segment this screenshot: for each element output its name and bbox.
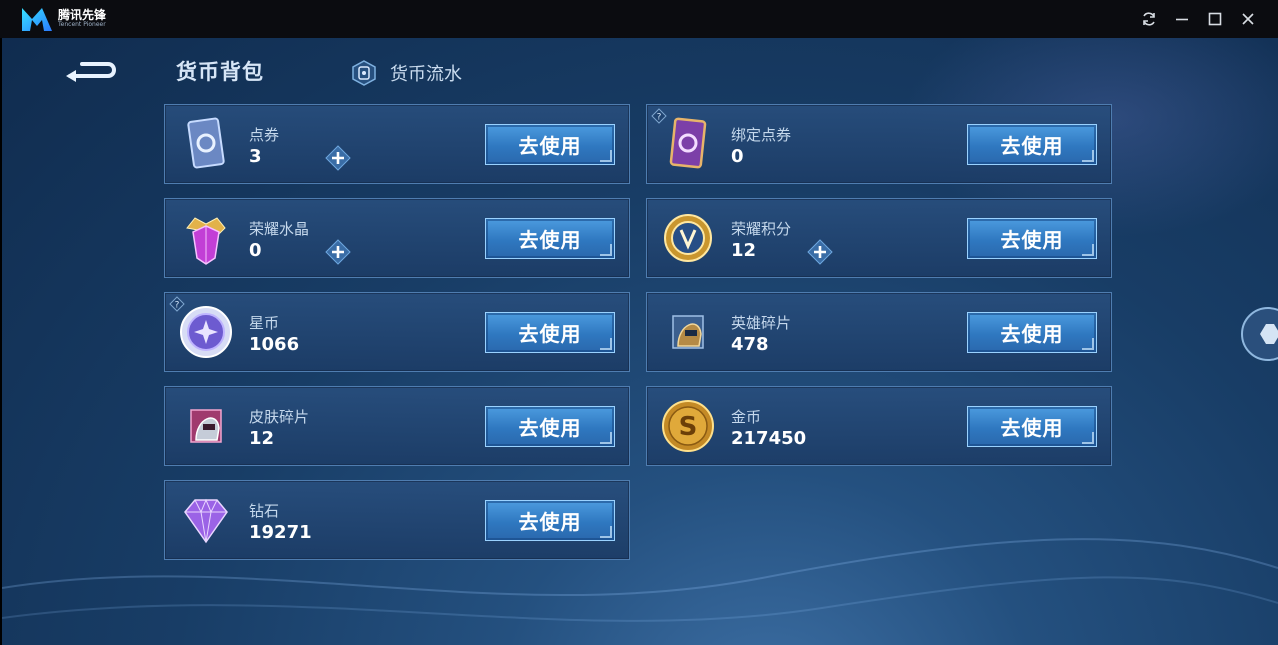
currency-name: 英雄碎片 — [731, 314, 792, 332]
svg-text:S: S — [679, 412, 698, 442]
tab-currency-flow[interactable]: 货币流水 — [350, 58, 462, 88]
currency-card-diamond: 钻石 19271 去使用 — [164, 480, 630, 560]
currency-name: 点券 — [249, 126, 280, 144]
currency-name: 金币 — [731, 408, 762, 426]
bound-coupon-card-icon — [669, 117, 707, 169]
minimize-button[interactable] — [1172, 9, 1192, 29]
use-glory-points-button[interactable]: 去使用 — [967, 218, 1097, 259]
gold-coin-icon: S — [662, 400, 714, 452]
refresh-icon — [1143, 12, 1155, 26]
currency-value: 1066 — [249, 334, 300, 355]
currency-value: 12 — [731, 240, 757, 261]
maximize-icon — [1208, 12, 1222, 26]
currency-value: 19271 — [249, 522, 312, 543]
hero-fragment-icon — [672, 315, 704, 349]
use-star-coin-button[interactable]: 去使用 — [485, 312, 615, 353]
glory-points-icon — [664, 214, 712, 262]
coupon-card-icon — [187, 117, 225, 169]
use-glory-crystal-button[interactable]: 去使用 — [485, 218, 615, 259]
add-glory-crystal-button[interactable] — [325, 239, 351, 265]
window-title-bar: 腾讯先锋 Tencent Pioneer — [0, 0, 1278, 38]
use-coupon-button[interactable]: 去使用 — [485, 124, 615, 165]
side-panel-handle[interactable] — [1240, 306, 1278, 362]
use-gold-coin-button[interactable]: 去使用 — [967, 406, 1097, 447]
close-button[interactable] — [1238, 9, 1258, 29]
currency-card-star-coin: ? 星币 1066 去使用 — [164, 292, 630, 372]
use-bound-coupon-button[interactable]: 去使用 — [967, 124, 1097, 165]
minimize-icon — [1176, 18, 1188, 21]
use-skin-fragment-button[interactable]: 去使用 — [485, 406, 615, 447]
currency-card-glory-crystal: 荣耀水晶 0 去使用 — [164, 198, 630, 278]
currency-name: 皮肤碎片 — [249, 408, 310, 426]
currency-card-skin-fragment: 皮肤碎片 12 去使用 — [164, 386, 630, 466]
currency-backpack-screen: 货币背包 货币流水 点券 3 去使用 ? 绑定点券 0 去使用 荣耀水晶 0 去… — [2, 38, 1278, 645]
currency-card-glory-points: 荣耀积分 12 去使用 — [646, 198, 1112, 278]
currency-card-bound-coupon: ? 绑定点券 0 去使用 — [646, 104, 1112, 184]
star-coin-icon — [180, 306, 232, 358]
refresh-button[interactable] — [1139, 9, 1159, 29]
tab-currency-flow-label: 货币流水 — [390, 64, 462, 85]
currency-value: 217450 — [731, 428, 807, 449]
glory-crystal-icon — [186, 217, 226, 265]
currency-name: 绑定点券 — [731, 126, 792, 144]
currency-card-hero-fragment: 英雄碎片 478 去使用 — [646, 292, 1112, 372]
currency-name: 荣耀水晶 — [249, 220, 310, 238]
diamond-icon — [184, 498, 228, 544]
app-subtitle: Tencent Pioneer — [58, 21, 106, 28]
use-hero-fragment-button[interactable]: 去使用 — [967, 312, 1097, 353]
currency-card-coupon: 点券 3 去使用 — [164, 104, 630, 184]
currency-value: 478 — [731, 334, 769, 355]
back-button[interactable] — [62, 56, 120, 86]
close-icon — [1242, 13, 1254, 25]
currency-value: 0 — [731, 146, 744, 167]
skin-fragment-icon — [190, 409, 222, 443]
currency-value: 3 — [249, 146, 262, 167]
currency-name: 钻石 — [249, 502, 280, 520]
add-glory-points-button[interactable] — [807, 239, 833, 265]
app-logo-icon — [22, 8, 52, 31]
app-name: 腾讯先锋 — [58, 8, 107, 22]
maximize-button[interactable] — [1205, 9, 1225, 29]
use-diamond-button[interactable]: 去使用 — [485, 500, 615, 541]
currency-card-gold-coin: S 金币 217450 去使用 — [646, 386, 1112, 466]
currency-name: 星币 — [249, 314, 280, 332]
page-title: 货币背包 — [176, 60, 264, 84]
currency-value: 0 — [249, 240, 262, 261]
currency-value: 12 — [249, 428, 275, 449]
add-coupon-button[interactable] — [325, 145, 351, 171]
currency-flow-icon — [352, 60, 376, 86]
currency-name: 荣耀积分 — [731, 220, 792, 238]
